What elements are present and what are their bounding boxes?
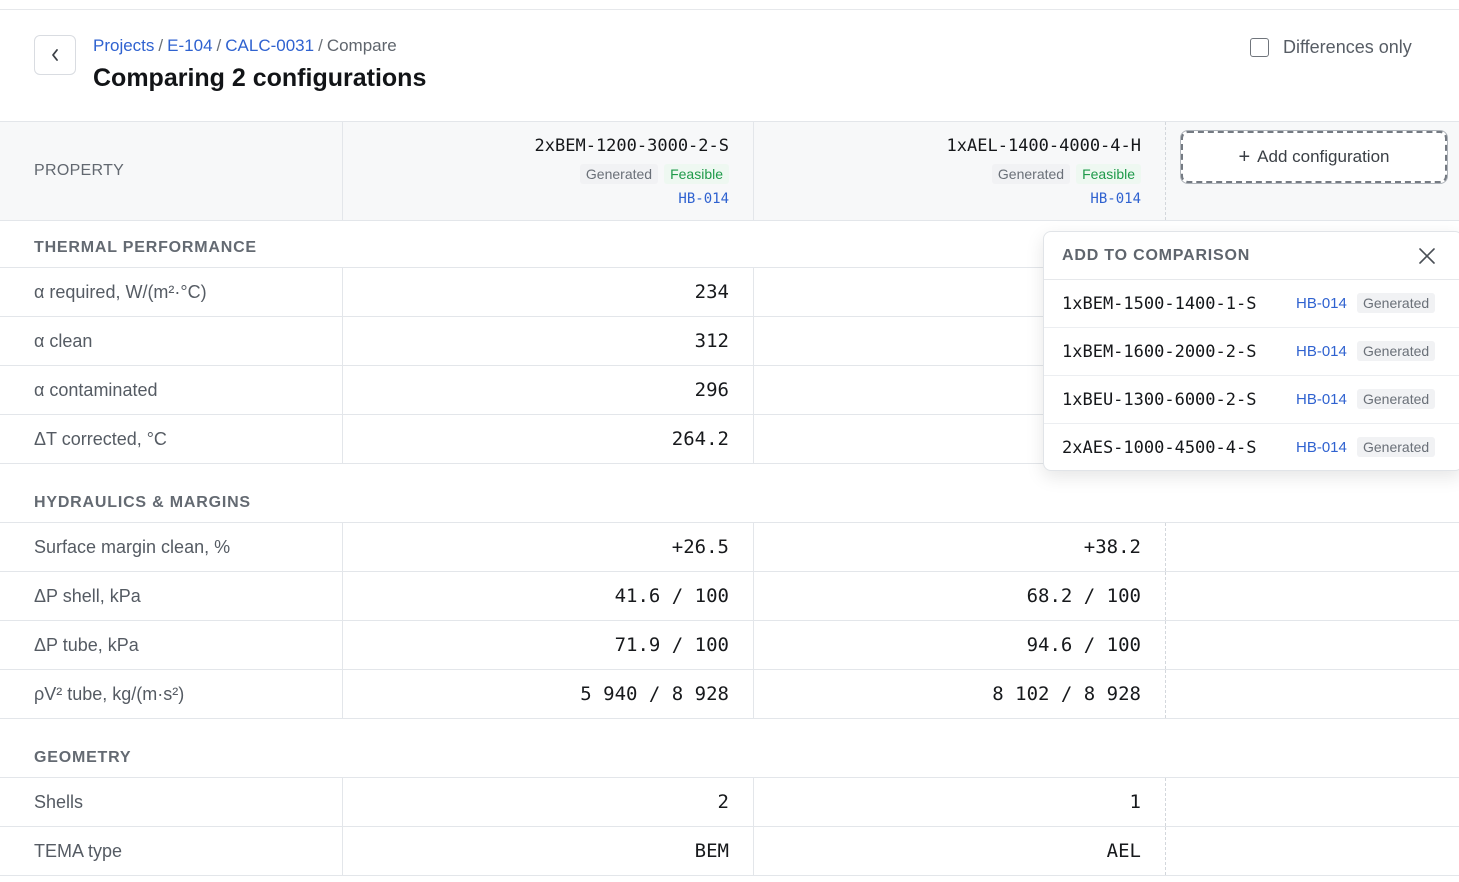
- row-label: ρV² tube, kg/(m·s²): [34, 684, 185, 704]
- option-name: 1xBEU-1300-6000-2-S: [1062, 390, 1257, 410]
- table-row: Shells 2 1: [0, 778, 1459, 827]
- cell-value: 1: [1129, 791, 1141, 813]
- config-name: 1xAEL-1400-4000-4-H: [946, 136, 1141, 156]
- row-label: ΔP shell, kPa: [34, 586, 141, 606]
- top-divider: [0, 0, 1459, 10]
- option-name: 1xBEM-1500-1400-1-S: [1062, 294, 1257, 314]
- cell-value: 312: [694, 330, 729, 352]
- config-header-2: 1xAEL-1400-4000-4-H Generated Feasible H…: [754, 122, 1166, 220]
- cell-value: 264.2: [671, 428, 729, 450]
- row-label: ΔP tube, kPa: [34, 635, 139, 655]
- section-title: HYDRAULICS & MARGINS: [34, 494, 251, 511]
- section-header-hydraulics: HYDRAULICS & MARGINS: [0, 464, 1459, 523]
- cell-value: 68.2 / 100: [1026, 585, 1141, 607]
- table-row: ΔP tube, kPa 71.9 / 100 94.6 / 100: [0, 621, 1459, 670]
- add-configuration-label: Add configuration: [1257, 147, 1390, 166]
- differences-only-checkbox[interactable]: [1250, 38, 1269, 57]
- table-row: TEMA type BEM AEL: [0, 827, 1459, 876]
- row-label: Surface margin clean, %: [34, 537, 231, 557]
- chevron-left-icon: [52, 49, 58, 61]
- cell-value: AEL: [1106, 840, 1141, 862]
- popover-header: ADD TO COMPARISON: [1044, 232, 1459, 280]
- breadcrumb-equipment[interactable]: E-104: [167, 36, 212, 55]
- breadcrumb-calc[interactable]: CALC-0031: [225, 36, 314, 55]
- table-row: Surface margin clean, % +26.5 +38.2: [0, 523, 1459, 572]
- row-label: TEMA type: [34, 841, 123, 861]
- differences-only-toggle[interactable]: Differences only: [1250, 37, 1412, 58]
- breadcrumb-separator: /: [318, 36, 323, 55]
- generated-badge: Generated: [1357, 341, 1436, 361]
- plus-icon: +: [1238, 145, 1251, 168]
- differences-only-label: Differences only: [1283, 37, 1412, 57]
- table-row: ΔP shell, kPa 41.6 / 100 68.2 / 100: [0, 572, 1459, 621]
- generated-badge: Generated: [579, 164, 659, 184]
- popover-option[interactable]: 1xBEM-1500-1400-1-S HB-014 Generated: [1044, 280, 1459, 328]
- generated-badge: Generated: [991, 164, 1071, 184]
- option-ref: HB-014: [1296, 343, 1347, 360]
- cell-value: 94.6 / 100: [1026, 634, 1141, 656]
- generated-badge: Generated: [1357, 437, 1436, 457]
- cell-value: BEM: [694, 840, 729, 862]
- option-ref: HB-014: [1296, 439, 1347, 456]
- breadcrumb-separator: /: [158, 36, 164, 55]
- cell-value: 2: [717, 791, 729, 813]
- cell-value: 41.6 / 100: [614, 585, 729, 607]
- property-header: PROPERTY: [34, 162, 125, 179]
- page-title: Comparing 2 configurations: [93, 64, 427, 92]
- table-row: ρV² tube, kg/(m·s²) 5 940 / 8 928 8 102 …: [0, 670, 1459, 719]
- config-header-1: 2xBEM-1200-3000-2-S Generated Feasible H…: [343, 122, 754, 220]
- add-to-comparison-popover: ADD TO COMPARISON 1xBEM-1500-1400-1-S HB…: [1043, 231, 1459, 471]
- breadcrumb-projects[interactable]: Projects: [93, 36, 154, 55]
- cell-value: +38.2: [1083, 536, 1141, 558]
- cell-value: 234: [694, 281, 729, 303]
- breadcrumb: Projects / E-104/CALC-0031/Compare: [93, 36, 397, 56]
- option-ref: HB-014: [1296, 295, 1347, 312]
- popover-option[interactable]: 1xBEM-1600-2000-2-S HB-014 Generated: [1044, 328, 1459, 376]
- feasible-badge: Feasible: [664, 164, 729, 184]
- row-label: ΔT corrected, °C: [34, 429, 167, 449]
- popover-option[interactable]: 2xAES-1000-4500-4-S HB-014 Generated: [1044, 424, 1459, 470]
- section-header-geometry: GEOMETRY: [0, 719, 1459, 778]
- add-configuration-button[interactable]: + Add configuration: [1181, 131, 1447, 183]
- config-ref-link[interactable]: HB-014: [678, 191, 729, 207]
- row-label: α required, W/(m²·°C): [34, 282, 207, 302]
- option-name: 1xBEM-1600-2000-2-S: [1062, 342, 1257, 362]
- add-config-cell: + Add configuration: [1166, 122, 1459, 220]
- popover-option[interactable]: 1xBEU-1300-6000-2-S HB-014 Generated: [1044, 376, 1459, 424]
- cell-value: 8 102 / 8 928: [992, 683, 1141, 705]
- config-name: 2xBEM-1200-3000-2-S: [534, 136, 729, 156]
- back-button[interactable]: [34, 35, 76, 75]
- section-title: THERMAL PERFORMANCE: [34, 239, 257, 256]
- cell-value: 5 940 / 8 928: [580, 683, 729, 705]
- property-header-cell: PROPERTY: [0, 122, 343, 220]
- generated-badge: Generated: [1357, 389, 1436, 409]
- option-name: 2xAES-1000-4500-4-S: [1062, 438, 1257, 458]
- section-title: GEOMETRY: [34, 749, 132, 766]
- row-label: α clean: [34, 331, 93, 351]
- feasible-badge: Feasible: [1076, 164, 1141, 184]
- breadcrumb-separator: /: [216, 36, 222, 55]
- row-label: α contaminated: [34, 380, 158, 400]
- option-ref: HB-014: [1296, 391, 1347, 408]
- generated-badge: Generated: [1357, 293, 1436, 313]
- close-icon[interactable]: [1418, 247, 1436, 265]
- popover-title: ADD TO COMPARISON: [1062, 247, 1251, 264]
- config-ref-link[interactable]: HB-014: [1090, 191, 1141, 207]
- breadcrumb-current: Compare: [326, 36, 397, 55]
- cell-value: +26.5: [671, 536, 729, 558]
- cell-value: 71.9 / 100: [614, 634, 729, 656]
- cell-value: 296: [694, 379, 729, 401]
- table-header-row: PROPERTY 2xBEM-1200-3000-2-S Generated F…: [0, 121, 1459, 221]
- row-label: Shells: [34, 792, 84, 812]
